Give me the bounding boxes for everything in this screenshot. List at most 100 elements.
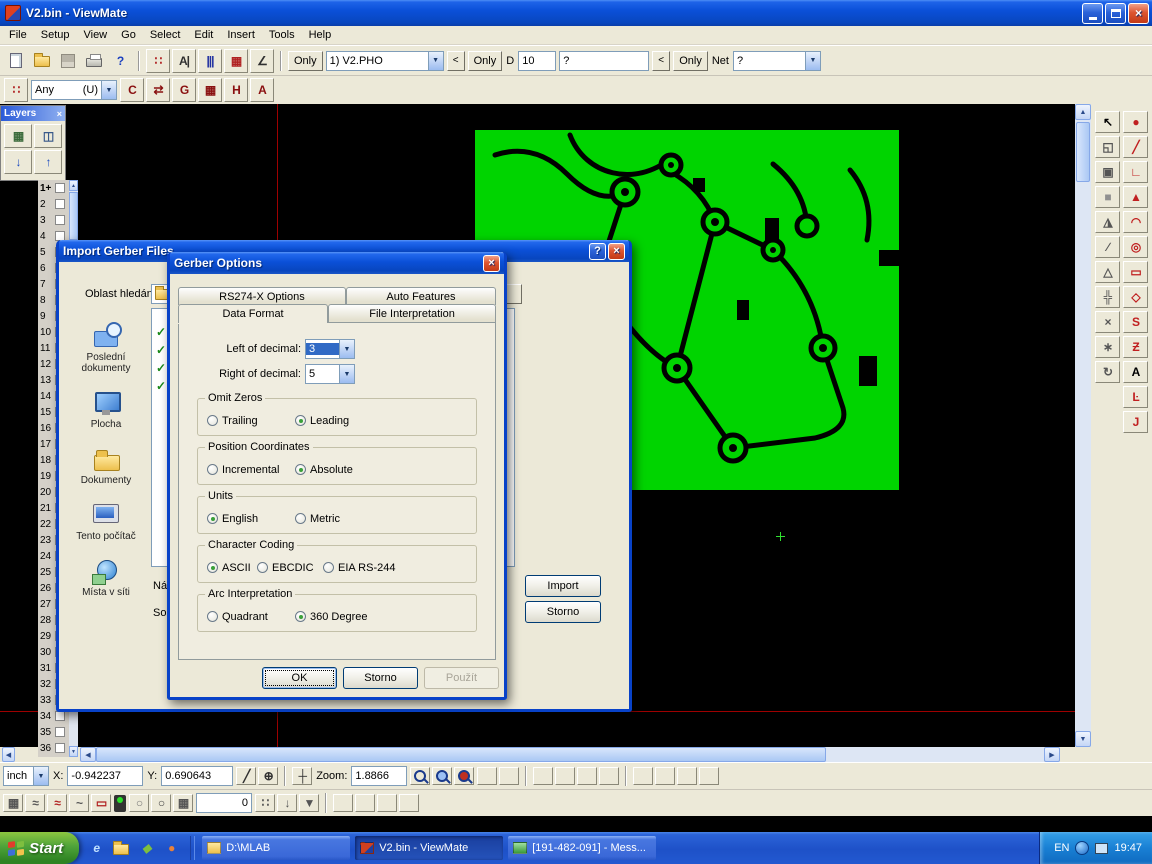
mirror-icon[interactable]: ◮ [1095, 211, 1120, 233]
zoom-window-icon[interactable]: ◱ [1095, 136, 1120, 158]
tray-icon-display[interactable] [1095, 843, 1108, 854]
menu-item-edit[interactable]: Edit [187, 27, 220, 43]
zoom-value[interactable] [351, 766, 407, 786]
pad-view-icon-4[interactable] [555, 767, 575, 785]
grid3-icon[interactable]: ▦ [173, 794, 193, 812]
layers-close-icon[interactable]: × [57, 109, 62, 119]
radio-english[interactable]: English [207, 513, 295, 525]
taskbar-task-d-mlab[interactable]: D:\MLAB [202, 836, 350, 860]
rotate-icon[interactable]: ↻ [1095, 361, 1120, 383]
open-folder-icon[interactable] [30, 49, 54, 73]
pattern-icon-3[interactable] [377, 794, 397, 812]
chevron-down-icon[interactable]: ▼ [428, 52, 443, 70]
only-net-toggle[interactable]: Only [673, 51, 708, 71]
scroll-left-button[interactable]: ◀ [80, 747, 96, 762]
pad-grid-icon[interactable]: ▦ [224, 49, 248, 73]
browser-icon[interactable]: ● [160, 837, 182, 859]
place-posledn-dokumenty[interactable]: Poslední dokumenty [65, 320, 147, 374]
circle-tool-icon[interactable]: ◎ [1123, 236, 1148, 258]
wave-icon-3[interactable]: ~ [69, 794, 89, 812]
grid2-icon[interactable]: ▦ [198, 78, 222, 102]
unit-selector[interactable]: inch ▼ [3, 766, 49, 786]
scroll-right-button[interactable]: ▶ [1044, 747, 1060, 762]
cut-icon[interactable]: × [1095, 311, 1120, 333]
cancel-button[interactable]: Storno [343, 667, 418, 689]
pattern-icon-1[interactable] [333, 794, 353, 812]
new-document-icon[interactable] [4, 49, 28, 73]
layer-scroll-down-button[interactable]: ▼ [69, 746, 78, 757]
radio-metric[interactable]: Metric [295, 513, 340, 525]
text-a-icon[interactable]: A [1123, 361, 1148, 383]
net-selector[interactable]: ? ▼ [733, 51, 821, 71]
help-button[interactable]: ? [589, 243, 606, 260]
corner-tool-icon[interactable]: ∟ [1123, 161, 1148, 183]
pan-left-button[interactable]: ◀ [2, 747, 15, 762]
language-indicator[interactable]: EN [1054, 842, 1069, 854]
radio-absolute[interactable]: Absolute [295, 464, 353, 476]
layer-down-icon[interactable]: ↓ [4, 150, 32, 174]
corner-marks-icon[interactable]: ∷ [4, 78, 28, 102]
radio-360-degree[interactable]: 360 Degree [295, 611, 368, 623]
text-tool-icon[interactable]: A [250, 78, 274, 102]
menu-item-file[interactable]: File [2, 27, 34, 43]
flash-pad-icon[interactable]: ● [1123, 111, 1148, 133]
dot-grid-icon[interactable]: ∷ [146, 49, 170, 73]
restore-button[interactable] [1105, 3, 1126, 24]
aperture-selector[interactable]: Any (U) ▼ [31, 80, 117, 100]
pad-view-icon-9[interactable] [677, 767, 697, 785]
layer-visibility-checkbox[interactable] [55, 727, 65, 737]
layer-visibility-checkbox[interactable] [55, 215, 65, 225]
y-coordinate[interactable] [161, 766, 233, 786]
minimize-button[interactable] [1082, 3, 1103, 24]
j-tool-icon[interactable]: Ј [1123, 411, 1148, 433]
bars-icon[interactable]: ||| [198, 49, 222, 73]
radio-trailing[interactable]: Trailing [207, 415, 295, 427]
wave-icon-2[interactable]: ≈ [47, 794, 67, 812]
gerber-dialog-titlebar[interactable]: Gerber Options × [170, 252, 504, 274]
slash-icon[interactable]: ∕ [1095, 236, 1120, 258]
circle-code-icon[interactable]: C [120, 78, 144, 102]
poly-tool-icon[interactable]: ◇ [1123, 286, 1148, 308]
layer-visibility-checkbox[interactable] [55, 711, 65, 721]
pattern-icon-2[interactable] [355, 794, 375, 812]
pad-view-icon-7[interactable] [633, 767, 653, 785]
chevron-down-icon[interactable]: ▼ [805, 52, 820, 70]
filled-box-icon[interactable]: ■ [1095, 186, 1120, 208]
draw-line-icon[interactable]: ╱ [236, 767, 256, 785]
origin-icon[interactable]: ⊕ [258, 767, 278, 785]
dots-icon[interactable]: ∷ [255, 794, 275, 812]
apply-button[interactable]: Použít [424, 667, 499, 689]
context-help-icon[interactable]: ? [108, 49, 132, 73]
tab-auto-features[interactable]: Auto Features [346, 287, 496, 305]
vertical-scrollbar[interactable]: ▲ ▼ [1075, 104, 1091, 747]
menu-item-help[interactable]: Help [302, 27, 339, 43]
pad-view-icon-10[interactable] [699, 767, 719, 785]
measure-angle-icon[interactable]: ∠ [250, 49, 274, 73]
dcode-filter-input[interactable] [559, 51, 649, 71]
radio-eia-rs-244[interactable]: EIA RS-244 [323, 562, 395, 574]
ie-icon[interactable]: e [85, 837, 107, 859]
zoom-window-select-icon[interactable] [432, 767, 452, 785]
chevron-down-icon[interactable]: ▼ [339, 340, 354, 358]
triangle-tool-icon[interactable]: ▲ [1123, 186, 1148, 208]
dropdown-icon[interactable]: ▼ [299, 794, 319, 812]
chevron-down-icon[interactable]: ▼ [339, 365, 354, 383]
taskbar-task-191-482-091-mess[interactable]: [191-482-091] - Mess... [508, 836, 656, 860]
tab-file-interpretation[interactable]: File Interpretation [328, 304, 496, 323]
folders-icon[interactable] [110, 837, 132, 859]
menu-item-insert[interactable]: Insert [220, 27, 262, 43]
layer-visibility-checkbox[interactable] [55, 743, 65, 753]
zoom-in-icon[interactable] [410, 767, 430, 785]
layer-up-icon[interactable]: ↑ [34, 150, 62, 174]
radio-ebcdic[interactable]: EBCDIC [257, 562, 323, 574]
select-cursor-icon[interactable]: ↖ [1095, 111, 1120, 133]
menu-item-go[interactable]: Go [114, 27, 143, 43]
crosshair-icon[interactable]: ┼ [292, 767, 312, 785]
dcode-input[interactable] [518, 51, 556, 71]
zoom-all-icon[interactable] [454, 767, 474, 785]
import-close-button[interactable]: × [608, 243, 625, 260]
vertical-scroll-thumb[interactable] [1076, 122, 1090, 182]
pad-view-icon-6[interactable] [599, 767, 619, 785]
clock[interactable]: 19:47 [1114, 842, 1142, 854]
radio-incremental[interactable]: Incremental [207, 464, 295, 476]
